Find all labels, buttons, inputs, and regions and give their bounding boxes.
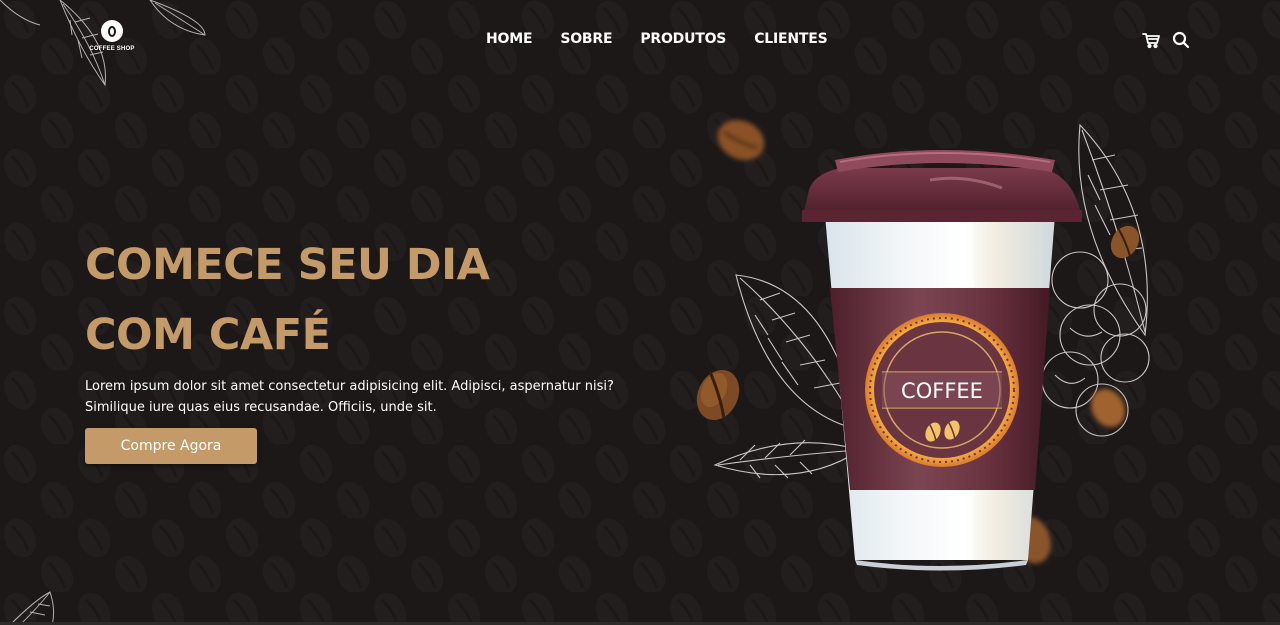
coffee-bean-left: [696, 369, 740, 421]
logo-text: COFFEE SHOP: [89, 46, 135, 52]
logo-bean-icon: [101, 20, 123, 42]
cup-label: COFFEE: [901, 379, 983, 403]
hero-description: Lorem ipsum dolor sit amet consectetur a…: [85, 379, 614, 415]
buy-now-button[interactable]: Compre Agora: [85, 428, 257, 464]
logo[interactable]: COFFEE SHOP: [84, 20, 140, 62]
cart-icon[interactable]: [1142, 31, 1160, 49]
nav-item-clientes[interactable]: CLIENTES: [754, 31, 827, 47]
nav-item-sobre[interactable]: SOBRE: [560, 31, 612, 47]
landing-page: COFFEE SHOP HOME SOBRE PRODUTOS CLIENTES…: [0, 0, 1280, 625]
search-icon[interactable]: [1172, 31, 1190, 49]
main-nav: HOME SOBRE PRODUTOS CLIENTES: [486, 31, 855, 47]
nav-item-produtos[interactable]: PRODUTOS: [640, 31, 726, 47]
hero-title-line-2: COM CAFÉ: [85, 310, 331, 360]
nav-item-home[interactable]: HOME: [486, 31, 533, 47]
coffee-cup-illustration: COFFEE: [696, 123, 1150, 571]
header-icons: [1142, 31, 1190, 49]
hero-title-line-1: COMECE SEU DIA: [85, 240, 490, 290]
hero-title: COMECE SEU DIA COM CAFÉ: [85, 230, 490, 370]
